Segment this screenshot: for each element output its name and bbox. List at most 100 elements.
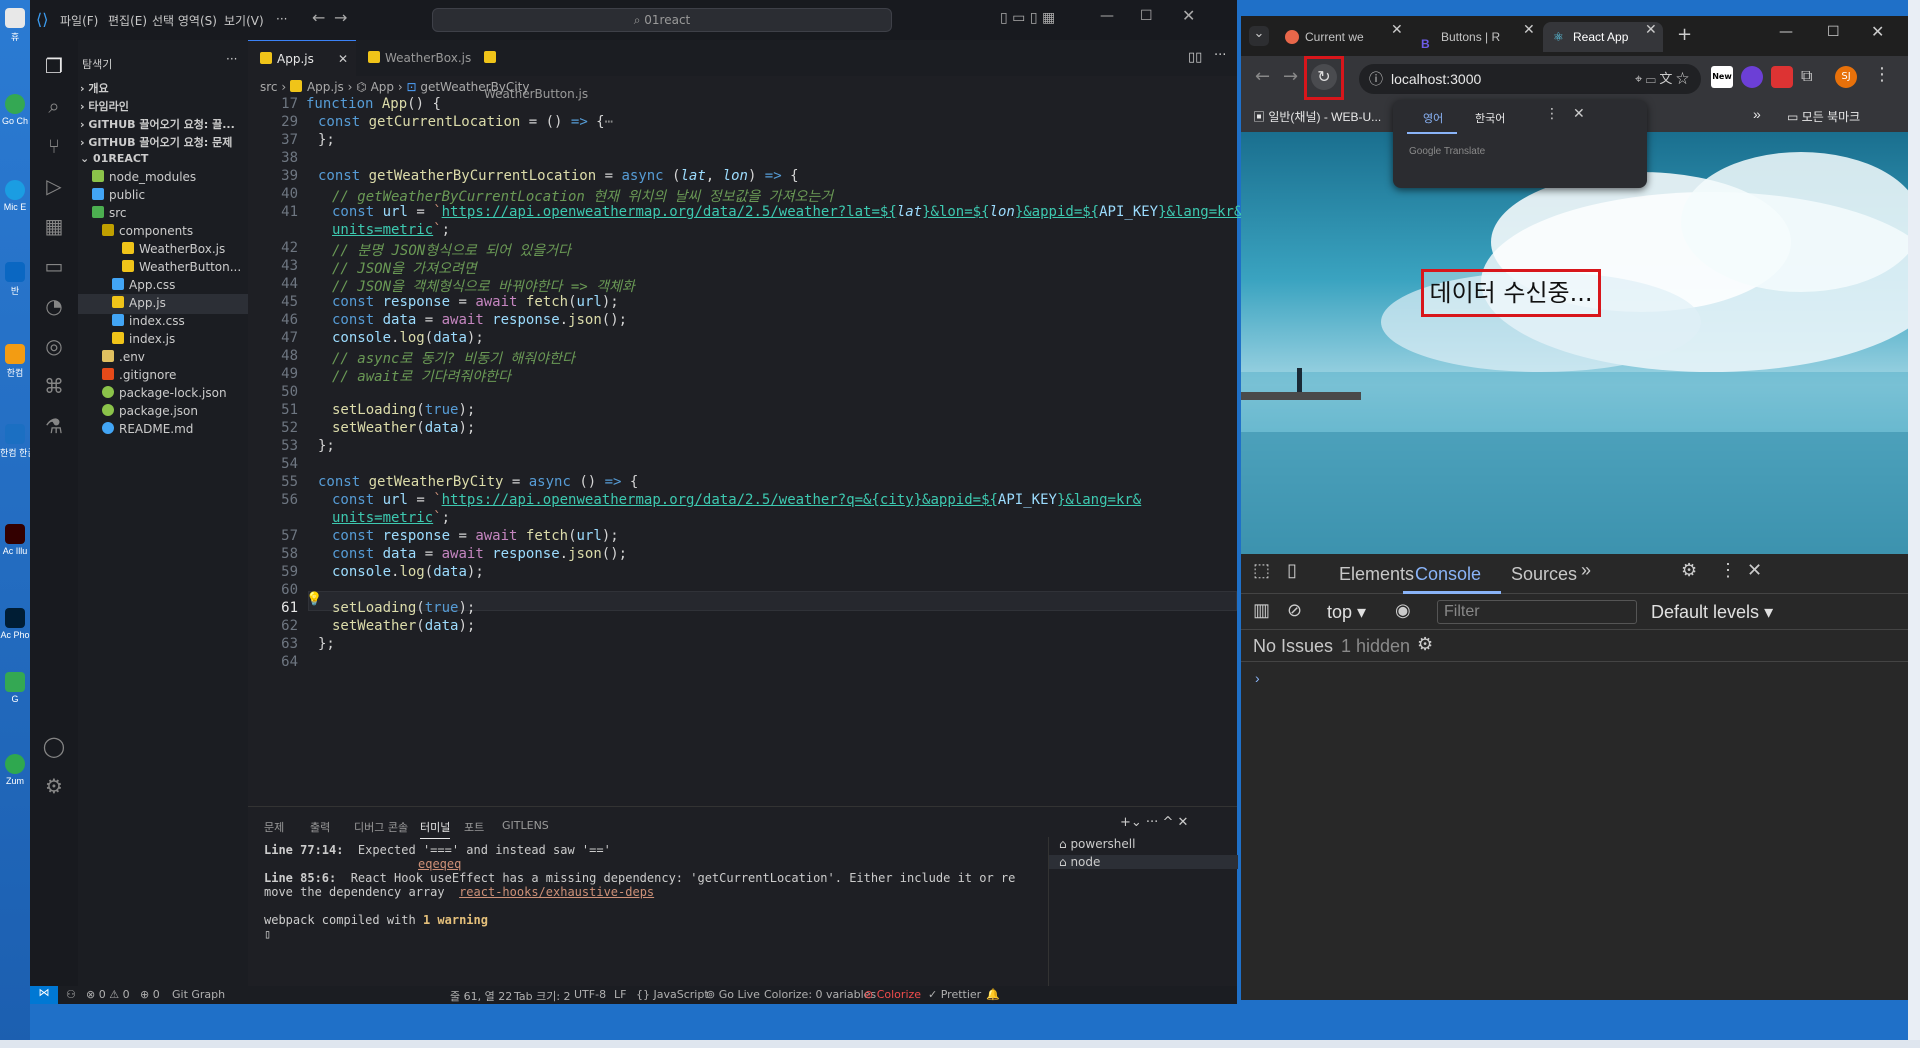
all-bookmarks[interactable]: ▭ 모든 북마크 (1787, 108, 1860, 125)
layout-toggle-icon[interactable]: ▯ ▭ ▯ ▦ (1000, 10, 1055, 26)
tree-item[interactable]: README.md (102, 422, 193, 436)
colorize-status[interactable]: ⊘ Colorize (864, 988, 921, 1001)
go-live[interactable]: ⊚ Go Live (706, 988, 760, 1001)
forward-arrow-icon[interactable]: → (334, 8, 347, 27)
settings-gear-icon[interactable]: ⚙ (42, 774, 66, 798)
remote-explorer-icon[interactable]: ▭ (42, 254, 66, 278)
desktop-icon[interactable]: Mic E (0, 176, 30, 224)
site-info-icon[interactable]: ⓘ (1369, 64, 1383, 94)
console-filter-input[interactable]: Filter (1437, 600, 1637, 624)
menu-more[interactable]: ··· (276, 12, 287, 26)
terminal-item[interactable]: ⌂ powershell (1059, 837, 1135, 851)
account-icon[interactable]: ◯ (42, 734, 66, 758)
command-search[interactable]: ⌕ 01react (432, 8, 892, 32)
desktop-icon[interactable]: Ac Pho (0, 604, 30, 652)
back-arrow-icon[interactable]: ← (312, 8, 325, 27)
terminal-item-selected[interactable]: ⌂ node (1049, 855, 1238, 869)
tree-item[interactable]: › GITHUB 끌어오기 요청: 문제 (80, 134, 232, 150)
desktop-icon[interactable]: Go Ch (0, 90, 30, 138)
tree-item[interactable]: .env (102, 350, 145, 364)
minimize-icon[interactable]: — (1100, 8, 1114, 24)
account-status-icon[interactable]: ⚇ (66, 988, 76, 1001)
tree-item-selected[interactable]: App.js (78, 294, 248, 314)
tree-item[interactable]: .gitignore (102, 368, 176, 382)
desktop-icon[interactable]: Ac Illu (0, 520, 30, 568)
log-levels-dropdown[interactable]: Default levels ▾ (1651, 602, 1773, 623)
panel-tab-output[interactable]: 출력 (310, 819, 330, 835)
tree-item[interactable]: WeatherButton... (122, 260, 241, 274)
remote-indicator-icon[interactable]: ⋈ (30, 986, 58, 1004)
tree-item[interactable]: package-lock.json (102, 386, 227, 400)
code-editor[interactable]: 17 29 37 38 39 40 41 42 43 44 45 46 47 48 49 50 51 52 53 54… (248, 96, 1242, 806)
testing-icon[interactable]: ⚗ (42, 414, 66, 438)
translate-lang-target[interactable]: 한국어 (1475, 110, 1505, 126)
console-prompt-chevron-icon[interactable]: › (1255, 670, 1260, 686)
tab-size[interactable]: Tab 크기: 2 (514, 988, 571, 1004)
prettier-status[interactable]: ✓ Prettier (928, 988, 981, 1001)
no-issues-label[interactable]: No Issues (1253, 636, 1333, 657)
desktop-icon[interactable]: 한컴 (0, 340, 30, 388)
panel-tab-gitlens[interactable]: GITLENS (502, 819, 549, 832)
cursor-position[interactable]: 줄 61, 열 22 (450, 988, 512, 1004)
devtools-close-icon[interactable]: ✕ (1747, 560, 1762, 581)
back-arrow-icon[interactable]: ← (1255, 66, 1270, 87)
minimize-icon[interactable]: — (1779, 24, 1793, 40)
tree-item[interactable]: index.css (112, 314, 185, 328)
desktop-icon[interactable]: 반 (0, 258, 30, 306)
maximize-icon[interactable]: ☐ (1140, 8, 1153, 24)
tab-search-icon[interactable]: ⌄ (1249, 26, 1269, 46)
close-tab-icon[interactable]: ✕ (1523, 22, 1535, 38)
close-tab-icon[interactable]: ✕ (1645, 22, 1657, 38)
panel-tab-ports[interactable]: 포트 (464, 819, 484, 835)
timeline-icon[interactable]: ◔ (42, 294, 66, 318)
bookmark-item[interactable]: ▣ 일반(채널) - WEB-U... (1253, 108, 1381, 125)
panel-tab-debug-console[interactable]: 디버그 콘솔 (354, 819, 408, 835)
tree-item[interactable]: ⌄ 01REACT (80, 152, 148, 165)
extension-badge-icon[interactable] (1741, 66, 1763, 88)
hidden-issues-count[interactable]: 1 hidden (1341, 636, 1410, 657)
git-graph-icon[interactable]: ⌘ (42, 374, 66, 398)
tree-item[interactable]: node_modules (92, 170, 196, 184)
devtools-tab-sources[interactable]: Sources (1511, 564, 1577, 585)
split-editor-icon[interactable]: ▯▯ (1188, 50, 1202, 65)
desktop-icon[interactable]: 휴 (0, 4, 30, 52)
close-icon[interactable]: ✕ (1871, 22, 1884, 41)
search-icon[interactable]: ⌕ (42, 94, 66, 118)
tab-app-js[interactable]: App.js ✕ (248, 40, 356, 76)
desktop-icon[interactable]: Zum (0, 750, 30, 798)
breadcrumb-item[interactable]: src (260, 80, 278, 94)
add-terminal-icon[interactable]: +⌄ ··· ^ ✕ (1120, 815, 1188, 830)
tree-item[interactable]: public (92, 188, 145, 202)
device-toolbar-icon[interactable]: ▯ (1287, 560, 1297, 581)
breadcrumb-item[interactable]: getWeatherByCity (420, 80, 529, 94)
sidebar-toggle-icon[interactable]: ▥ (1253, 600, 1270, 621)
context-selector[interactable]: top ▾ (1327, 602, 1366, 623)
tab-weatherbox-js[interactable]: WeatherBox.js (356, 40, 472, 76)
profile-avatar[interactable]: SJ (1835, 66, 1857, 88)
tab-weatherbutton-js[interactable]: WeatherButton.js (472, 40, 602, 101)
problems-status[interactable]: ⊗ 0 ⚠ 0 (86, 988, 130, 1001)
devtools-more-icon[interactable]: ⋮ (1719, 560, 1737, 581)
more-bookmarks-icon[interactable]: » (1753, 106, 1761, 122)
eslint-rule-link[interactable]: eqeqeq (418, 857, 461, 871)
translate-close-icon[interactable]: ✕ (1573, 106, 1585, 122)
close-icon[interactable]: ✕ (1182, 6, 1195, 25)
tree-item[interactable]: › 개요 (80, 80, 109, 96)
close-tab-icon[interactable]: ✕ (338, 41, 348, 77)
close-tab-icon[interactable]: ✕ (1391, 22, 1403, 38)
breadcrumb-item[interactable]: App (371, 80, 394, 94)
menu-file[interactable]: 파일(F) (60, 12, 98, 29)
lightbulb-icon[interactable]: 💡 (306, 592, 322, 607)
inspect-element-icon[interactable]: ⬚ (1253, 560, 1270, 581)
desktop-icon[interactable]: 한컴 한글 (0, 420, 30, 468)
panel-tab-problems[interactable]: 문제 (264, 819, 284, 835)
extension-new-icon[interactable]: New (1711, 66, 1733, 88)
editor-more-icon[interactable]: ··· (1214, 48, 1226, 63)
encoding[interactable]: UTF-8 (574, 988, 606, 1001)
forward-arrow-icon[interactable]: → (1283, 66, 1298, 87)
tree-item[interactable]: index.js (112, 332, 175, 346)
live-expression-eye-icon[interactable]: ◉ (1395, 600, 1411, 621)
tree-item[interactable]: › GITHUB 끌어오기 요청: 끌... (80, 116, 235, 132)
clear-console-icon[interactable]: ⊘ (1287, 600, 1302, 621)
breadcrumb-item[interactable]: App.js (307, 80, 344, 94)
